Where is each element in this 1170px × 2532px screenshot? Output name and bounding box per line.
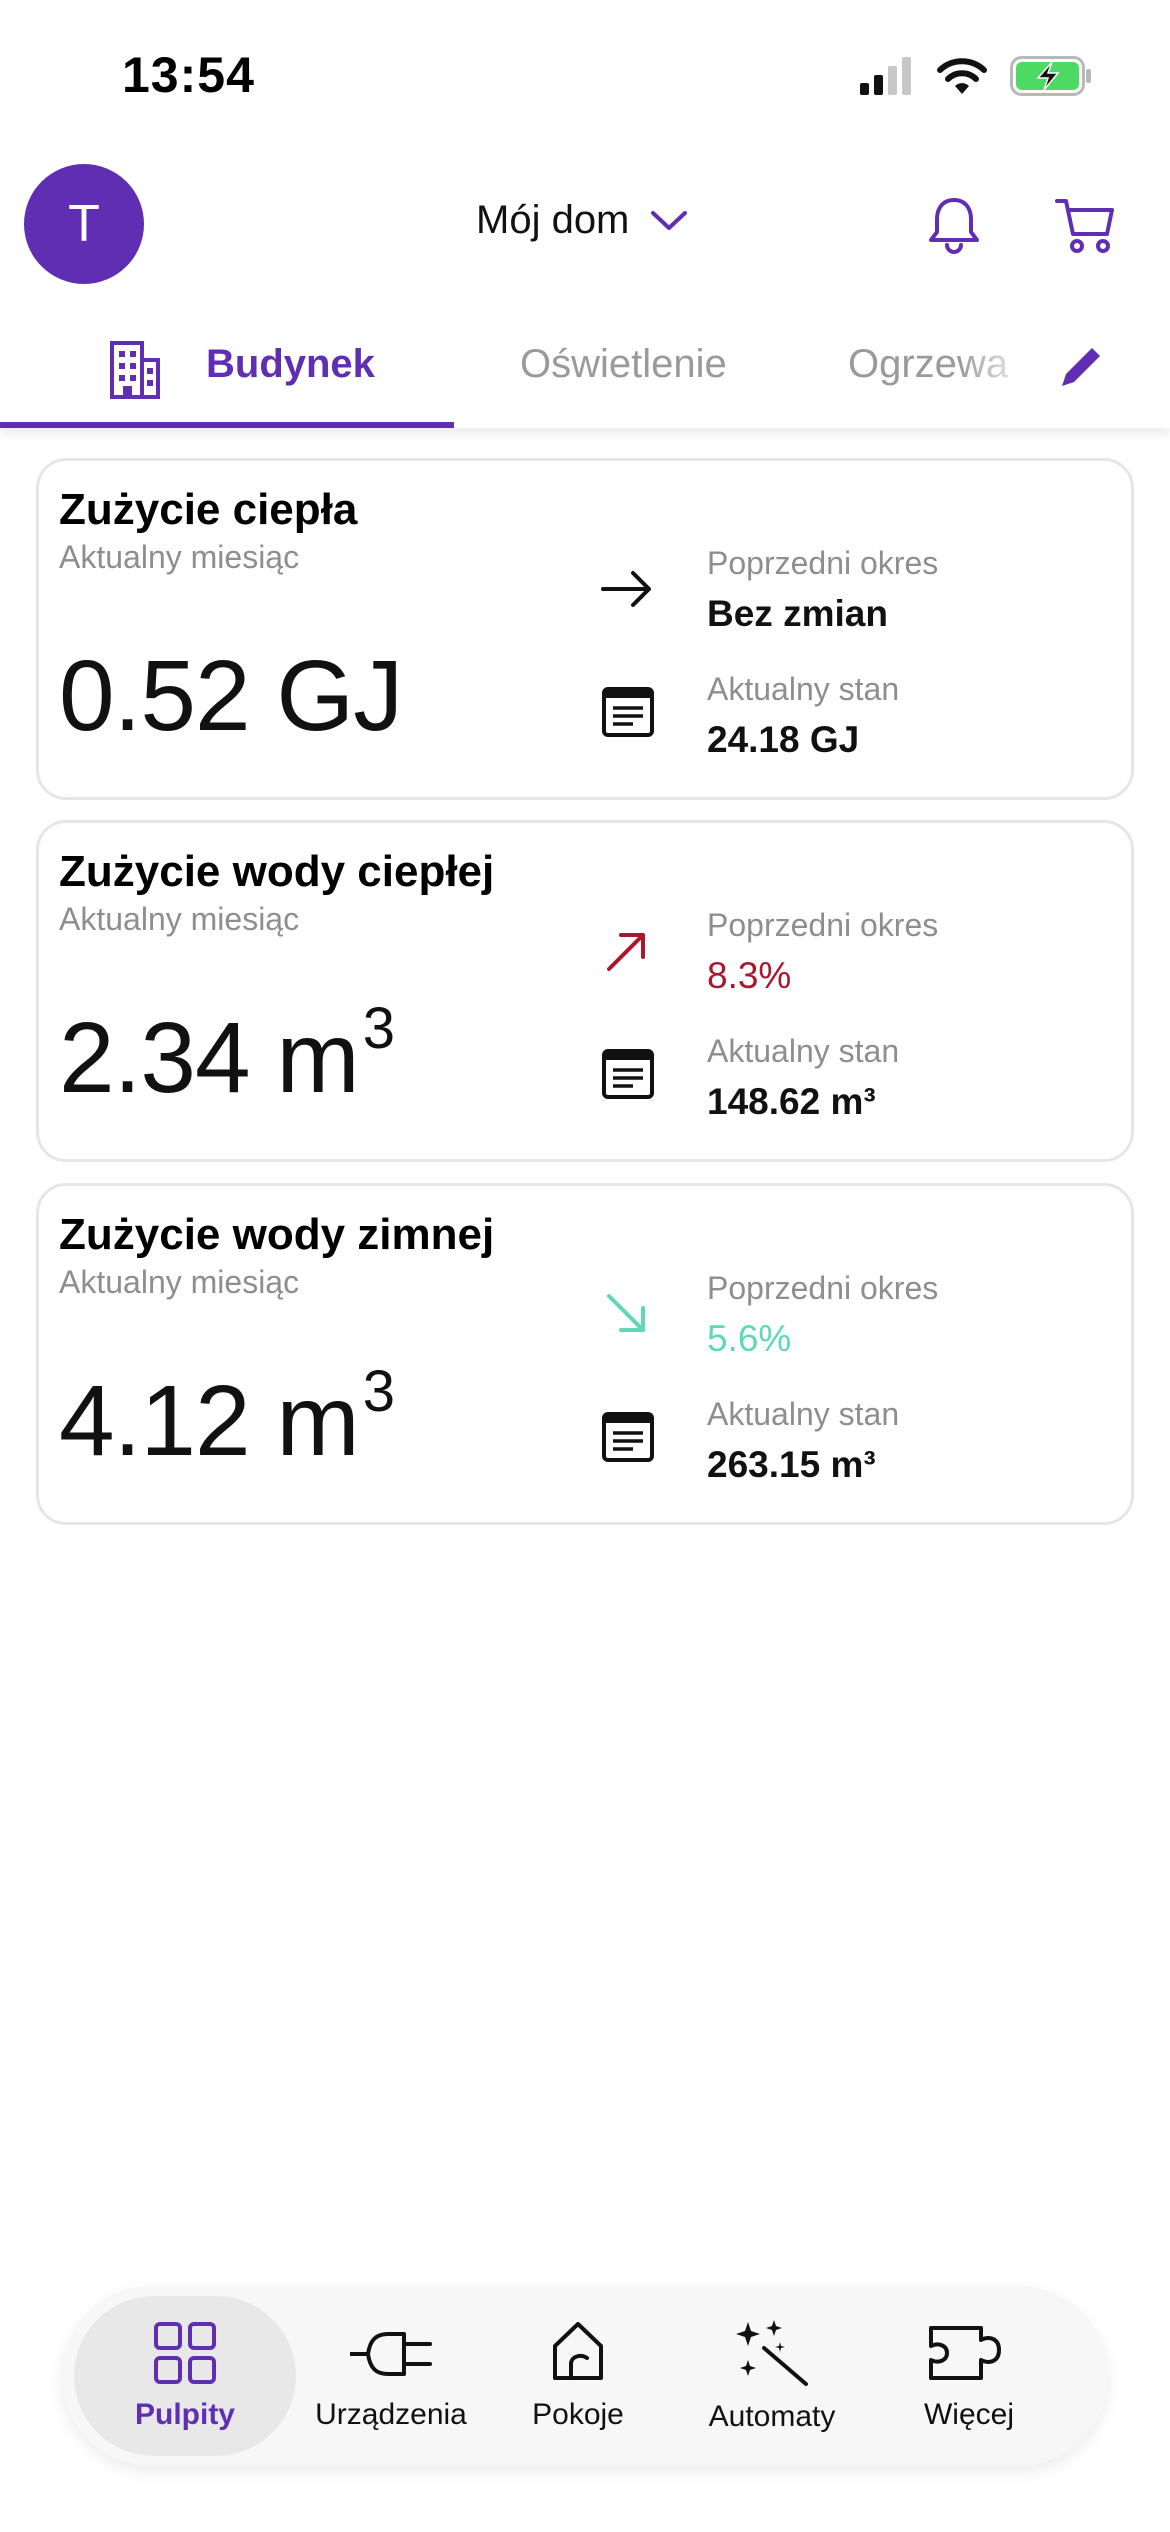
document-icon <box>602 687 654 737</box>
nav-item-automaty[interactable]: Automaty <box>682 2286 862 2466</box>
nav-label: Więcej <box>923 2398 1014 2431</box>
card-value: 0.52 GJ <box>59 640 403 752</box>
nav-item-wiecej[interactable]: Więcej <box>884 2286 1054 2466</box>
battery-icon <box>1010 56 1091 96</box>
status-bar: 13:54 <box>0 0 1170 140</box>
card-subtitle: Aktualny miesiąc <box>59 1264 300 1300</box>
tab-fade <box>960 308 1050 428</box>
previous-period-label: Poprzedni okres <box>707 907 939 943</box>
current-state-value: 148.62 m³ <box>707 1081 876 1122</box>
current-state-value: 263.15 m³ <box>707 1444 876 1485</box>
document-icon <box>602 1049 654 1099</box>
previous-period-value: 8.3% <box>707 955 792 996</box>
wifi-icon <box>937 58 987 94</box>
active-tab-indicator <box>0 422 454 428</box>
app-header: T Mój dom <box>0 140 1170 308</box>
previous-period-value: 5.6% <box>707 1318 792 1359</box>
plug-icon <box>350 2332 432 2376</box>
arrow-up-right-icon <box>607 933 645 971</box>
card-title: Zużycie wody ciepłej <box>59 847 495 896</box>
card-value: 4.12 m3 <box>59 1359 395 1477</box>
dashboard-icon <box>154 2322 216 2384</box>
nav-label: Urządzenia <box>315 2398 467 2431</box>
previous-period-label: Poprzedni okres <box>707 1270 939 1306</box>
avatar[interactable]: T <box>24 164 144 284</box>
signal-icon <box>860 57 911 95</box>
home-title: Mój dom <box>476 198 630 242</box>
nav-item-pokoje[interactable]: Pokoje <box>498 2286 658 2466</box>
status-icons <box>858 56 1092 96</box>
current-state-label: Aktualny stan <box>707 671 900 707</box>
tab-oswietlenie[interactable]: Oświetlenie <box>520 342 727 387</box>
card-title: Zużycie wody zimnej <box>59 1210 495 1259</box>
nav-label: Pokoje <box>532 2398 624 2431</box>
pencil-icon[interactable] <box>1056 340 1108 392</box>
nav-label: Automaty <box>708 2400 836 2433</box>
current-state-value: 24.18 GJ <box>707 719 860 760</box>
status-time: 13:54 <box>122 47 255 103</box>
arrow-right-icon <box>601 571 651 607</box>
card-value: 2.34 m3 <box>59 996 395 1114</box>
cart-icon[interactable] <box>1054 196 1116 254</box>
current-state-label: Aktualny stan <box>707 1033 900 1069</box>
previous-period-value: Bez zmian <box>707 593 888 634</box>
arrow-down-right-icon <box>607 1294 645 1332</box>
tab-label: Budynek <box>206 342 375 386</box>
current-state-label: Aktualny stan <box>707 1396 900 1432</box>
card-subtitle: Aktualny miesiąc <box>59 539 300 575</box>
nav-item-urzadzenia[interactable]: Urządzenia <box>306 2286 476 2466</box>
bottom-nav: Pulpity Urządzenia Pokoje Automaty Więce… <box>62 2286 1108 2466</box>
card-title: Zużycie ciepła <box>59 485 358 534</box>
tab-budynek[interactable]: Budynek <box>0 308 454 428</box>
magic-wand-icon <box>736 2320 808 2386</box>
previous-period-label: Poprzedni okres <box>707 545 939 581</box>
room-icon <box>553 2322 603 2380</box>
card-hot-water-usage[interactable]: Zużycie wody ciepłej Aktualny miesiąc 2.… <box>36 820 1134 1162</box>
home-selector[interactable]: Mój dom <box>476 198 689 243</box>
bell-icon[interactable] <box>926 196 982 254</box>
document-icon <box>602 1412 654 1462</box>
building-icon <box>110 341 160 399</box>
chevron-down-icon <box>651 210 688 230</box>
card-subtitle: Aktualny miesiąc <box>59 901 300 937</box>
tab-bar: Budynek Oświetlenie Ogrzewa <box>0 308 1170 428</box>
puzzle-icon <box>929 2326 1001 2380</box>
nav-item-pulpity[interactable]: Pulpity <box>74 2296 296 2456</box>
card-heat-usage[interactable]: Zużycie ciepła Aktualny miesiąc 0.52 GJ … <box>36 458 1134 800</box>
nav-label: Pulpity <box>134 2398 235 2431</box>
card-cold-water-usage[interactable]: Zużycie wody zimnej Aktualny miesiąc 4.1… <box>36 1183 1134 1525</box>
